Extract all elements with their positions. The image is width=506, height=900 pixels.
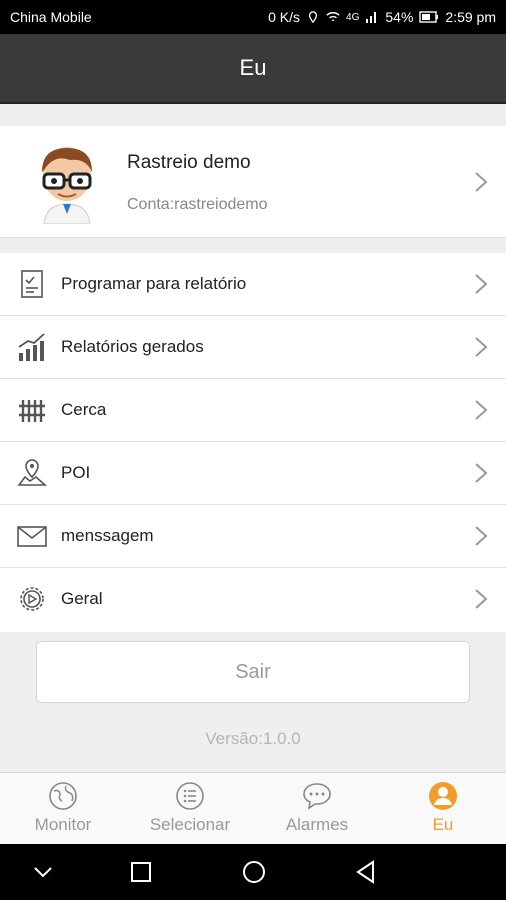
chevron-right-icon [475, 172, 488, 192]
tab-label: Monitor [34, 815, 92, 834]
network-speed: 0 K/s [268, 9, 301, 25]
wifi-icon [326, 12, 340, 22]
carrier-name: China Mobile [10, 9, 92, 25]
menu-label: Programar para relatório [61, 274, 247, 293]
chevron-right-icon [475, 463, 488, 483]
battery-icon [419, 11, 439, 23]
chevron-right-icon [475, 337, 488, 357]
profile-name: Rastreio demo [127, 152, 251, 173]
tab-label: Alarmes [285, 815, 349, 834]
status-icons: 0 K/s 4G 54% 2:59 pm [268, 9, 496, 25]
bottom-tab-bar: Monitor Selecionar Alarmes Eu [0, 772, 506, 844]
tab-me[interactable]: Eu [380, 773, 506, 845]
chevron-down-icon[interactable] [29, 858, 57, 886]
list-icon [176, 782, 204, 810]
back-icon[interactable] [352, 858, 380, 886]
tab-alarms[interactable]: Alarmes [254, 773, 380, 845]
page-header: Eu [0, 34, 506, 104]
system-nav-bar [0, 844, 506, 900]
menu-item-fence[interactable]: Cerca [0, 379, 506, 442]
settings-gear-icon [20, 587, 44, 611]
profile-account: Conta:rastreiodemo [127, 196, 268, 213]
status-bar: China Mobile 0 K/s 4G 54% 2:59 pm [0, 0, 506, 34]
report-schedule-icon [21, 270, 43, 298]
menu-label: POI [61, 463, 91, 482]
network-type: 4G [346, 11, 360, 23]
logout-button[interactable]: Sair [36, 641, 470, 703]
tab-label: Selecionar [149, 815, 231, 834]
page-title: Eu [239, 55, 267, 80]
menu-item-message[interactable]: menssagem [0, 505, 506, 568]
chevron-right-icon [475, 400, 488, 420]
tab-select[interactable]: Selecionar [127, 773, 253, 845]
chat-bubble-icon [303, 783, 331, 810]
chart-icon [18, 333, 45, 361]
clock: 2:59 pm [445, 9, 496, 25]
menu-label: Cerca [61, 400, 107, 419]
menu-item-general[interactable]: Geral [0, 568, 506, 632]
globe-icon [49, 782, 77, 810]
menu-item-schedule-report[interactable]: Programar para relatório [0, 253, 506, 316]
menu-label: Relatórios gerados [61, 337, 204, 356]
tab-monitor[interactable]: Monitor [0, 773, 126, 845]
menu-label: Geral [61, 589, 103, 608]
chevron-right-icon [475, 589, 488, 609]
profile-card[interactable]: Rastreio demo Conta:rastreiodemo [0, 126, 506, 238]
battery-percent: 54% [385, 9, 414, 25]
chevron-right-icon [475, 526, 488, 546]
tab-label: Eu [432, 815, 454, 834]
home-icon[interactable] [240, 858, 268, 886]
settings-menu: Programar para relatório Relatórios gera… [0, 253, 506, 632]
menu-item-generated-reports[interactable]: Relatórios gerados [0, 316, 506, 379]
location-icon [308, 11, 318, 23]
menu-label: menssagem [61, 526, 154, 545]
app-version: Versão:1.0.0 [205, 729, 301, 748]
chevron-right-icon [475, 274, 488, 294]
user-icon [429, 782, 457, 810]
fence-icon [19, 400, 45, 422]
mail-icon [17, 526, 47, 547]
poi-map-icon [17, 459, 48, 486]
avatar [42, 147, 92, 224]
signal-icon [366, 12, 377, 23]
recent-apps-icon[interactable] [127, 858, 155, 886]
menu-item-poi[interactable]: POI [0, 442, 506, 505]
